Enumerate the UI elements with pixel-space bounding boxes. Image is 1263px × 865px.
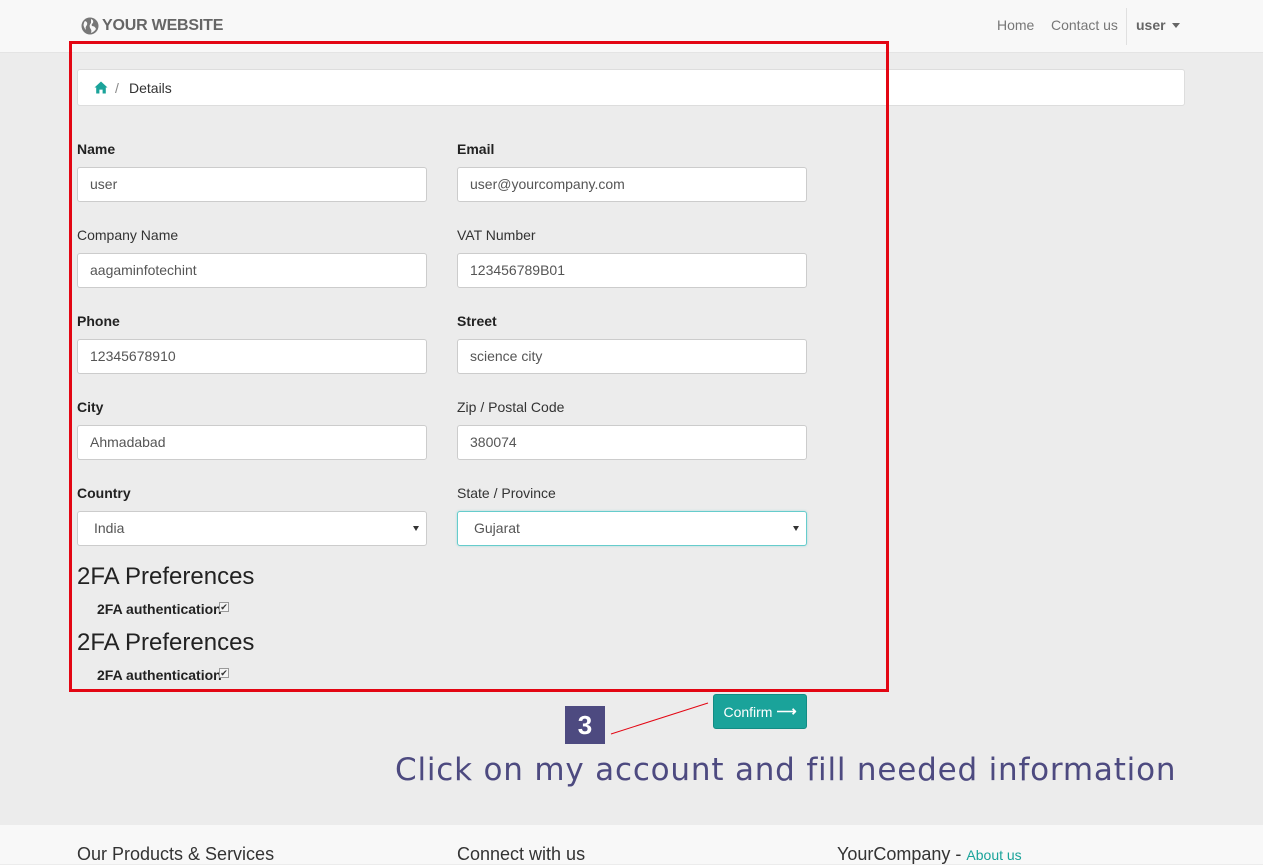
user-menu-label: user xyxy=(1136,17,1166,33)
nav-divider xyxy=(1126,8,1127,45)
brand-name: YOUR WEBSITE xyxy=(102,17,224,34)
footer-company-heading: YourCompany - About us xyxy=(837,844,1022,865)
confirm-button[interactable]: Confirm ⟶ xyxy=(713,694,807,729)
footer-products-heading: Our Products & Services xyxy=(77,844,275,864)
caret-down-icon xyxy=(1171,22,1180,28)
footer-connect-heading: Connect with us xyxy=(457,844,586,864)
step-number-badge: 3 xyxy=(565,706,605,744)
brand-logo[interactable]: YOUR WEBSITE xyxy=(80,15,223,37)
about-us-link[interactable]: About us xyxy=(966,847,1021,863)
confirm-button-label: Confirm xyxy=(723,703,773,720)
arrow-right-icon: ⟶ xyxy=(776,703,797,719)
instruction-text: Click on my account and fill needed info… xyxy=(395,752,1177,788)
nav-home-link[interactable]: Home xyxy=(997,17,1034,33)
globe-icon xyxy=(81,17,99,35)
footer: Our Products & Services Connect with us … xyxy=(0,825,1263,864)
footer-separator: - xyxy=(950,844,967,864)
user-menu-dropdown[interactable]: user xyxy=(1136,17,1180,33)
footer-company-name: YourCompany xyxy=(837,844,951,864)
highlight-box xyxy=(69,41,889,692)
nav-contact-link[interactable]: Contact us xyxy=(1051,17,1118,33)
